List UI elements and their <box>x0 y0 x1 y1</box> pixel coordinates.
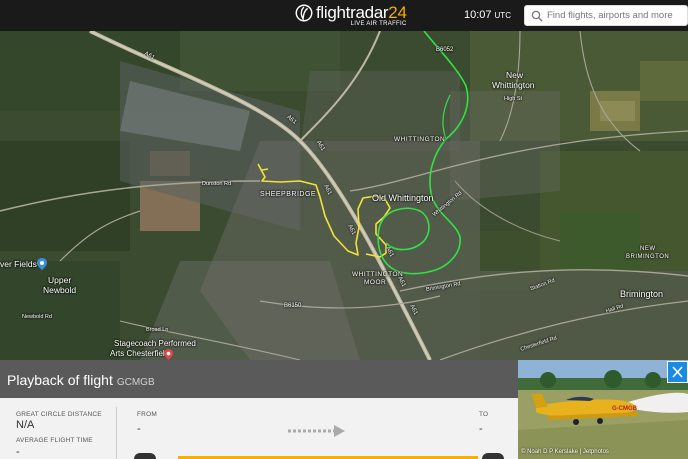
great-circle-value: N/A <box>16 419 35 431</box>
close-icon <box>672 366 683 378</box>
arrival-marker-icon <box>482 453 504 459</box>
logo-wordmark: flightradar24 <box>316 4 407 21</box>
close-photo-button[interactable] <box>667 361 688 383</box>
from-label: FROM <box>137 411 157 418</box>
from-value: - <box>137 423 141 435</box>
panel-divider <box>116 407 117 459</box>
logo-text: flightradar24 LIVE AIR TRAFFIC <box>316 4 407 28</box>
satellite-map[interactable]: A61 A61 A61 A61 A61 A61 A61 A61 B6150 B6… <box>0 31 688 360</box>
route-arrow-icon <box>288 425 345 437</box>
search-input[interactable] <box>547 8 687 23</box>
place-label-upper-newbold: Newbold <box>43 285 77 295</box>
photo-credit[interactable]: © Noah D P Kerslake | Jetphotos <box>521 449 609 455</box>
street-label: Dunston Rd <box>202 181 232 187</box>
to-value: - <box>479 423 483 435</box>
search-icon <box>531 10 543 22</box>
to-label: TO <box>479 411 489 418</box>
place-label-new-whittington: Whittington <box>492 80 535 90</box>
place-label-new-brimington: NEW <box>640 246 656 252</box>
avg-time-value: - <box>16 446 20 458</box>
place-label-stagecoach: Stagecoach Performed <box>114 339 196 348</box>
place-label-old-whittington: Old Whittington <box>372 193 434 203</box>
location-pin-icon[interactable] <box>37 258 47 270</box>
search-box[interactable] <box>524 5 688 26</box>
place-label-brimington: Brimington <box>620 289 664 299</box>
logo-word-number: 24 <box>388 3 407 22</box>
place-label-sheepbridge: SHEEPBRIDGE <box>260 191 317 198</box>
place-label-new-brimington: BRIMINGTON <box>626 254 670 260</box>
place-label-whittington-moor: WHITTINGTON <box>352 271 404 278</box>
road-label: B6052 <box>436 47 454 53</box>
panel-header: Playback of flight GCMGB <box>0 360 518 398</box>
clock-time: 10:07 <box>464 9 492 21</box>
flightradar24-logo[interactable]: flightradar24 LIVE AIR TRAFFIC <box>295 4 407 28</box>
flight-registration: GCMGB <box>116 377 155 388</box>
top-bar: flightradar24 LIVE AIR TRAFFIC 10:07 UTC <box>0 0 688 31</box>
street-label: High St <box>504 96 523 102</box>
aircraft-photo[interactable] <box>518 360 688 459</box>
place-label-water-fields: ver Fields <box>0 259 37 269</box>
logo-tagline: LIVE AIR TRAFFIC <box>350 21 407 27</box>
road-label: B6150 <box>284 303 302 309</box>
great-circle-label: GREAT CIRCLE DISTANCE <box>16 411 102 418</box>
location-pin-icon[interactable] <box>164 349 173 360</box>
street-label: Newbold Rd <box>22 314 52 320</box>
clock-timezone: UTC <box>494 11 511 20</box>
radar-logo-icon <box>295 4 313 22</box>
aircraft-image[interactable] <box>518 360 688 459</box>
flight-info-panel: Playback of flight GCMGB GREAT CIRCLE DIS… <box>0 360 518 459</box>
playback-title: Playback of flight <box>7 372 113 388</box>
utc-clock: 10:07 UTC <box>464 9 511 22</box>
place-label-whittington: WHITTINGTON <box>394 136 446 143</box>
place-label-upper-newbold: Upper <box>48 275 72 285</box>
logo-word-main: flightradar <box>316 3 389 22</box>
place-label-stagecoach: Arts Chesterfield <box>110 349 170 358</box>
place-label-whittington-moor: MOOR <box>364 279 387 286</box>
street-label: Broad Ln <box>146 327 169 333</box>
departure-marker-icon <box>134 453 156 459</box>
panel-title: Playback of flight GCMGB <box>7 372 155 388</box>
aircraft-registration-mark: G-CMGB <box>612 406 637 412</box>
avg-time-label: AVERAGE FLIGHT TIME <box>16 437 93 444</box>
place-label-new-whittington: New <box>506 70 524 80</box>
map-canvas[interactable] <box>0 31 688 360</box>
